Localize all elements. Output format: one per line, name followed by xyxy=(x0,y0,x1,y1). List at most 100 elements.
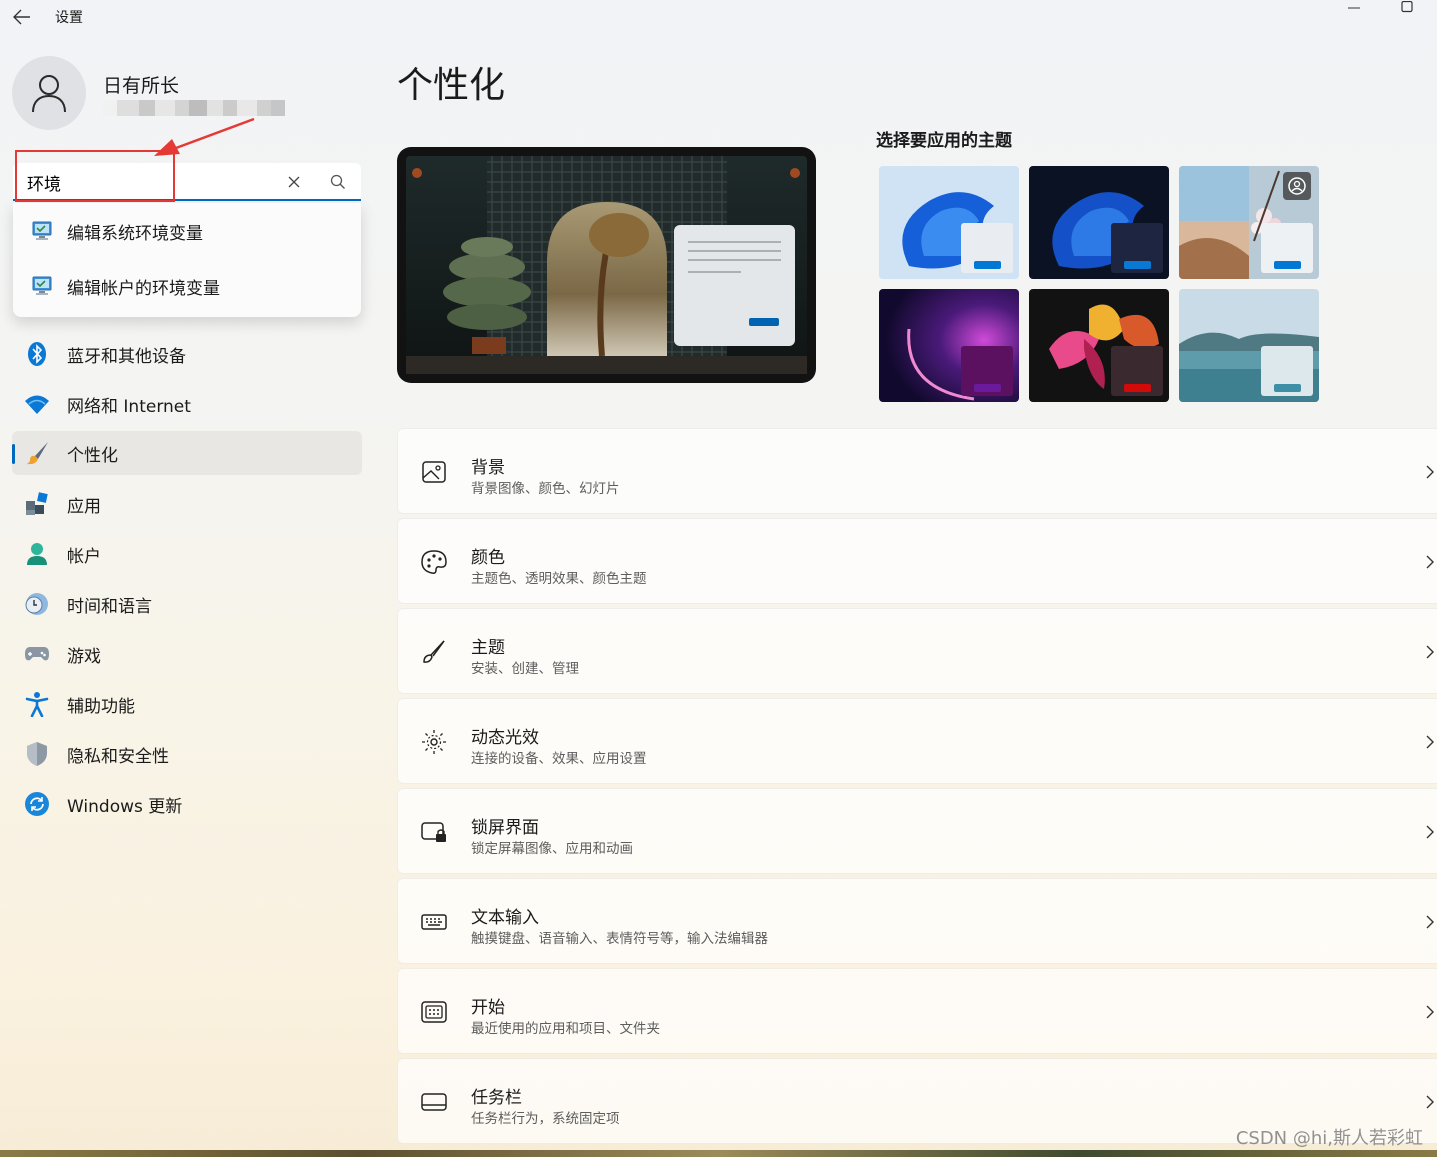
card-title: 主题 xyxy=(471,638,505,658)
chevron-right-icon xyxy=(1426,465,1434,479)
setting-card-themes[interactable]: 主题 安装、创建、管理 xyxy=(397,608,1437,694)
setting-card-background[interactable]: 背景 背景图像、颜色、幻灯片 xyxy=(397,428,1437,514)
annotation-arrow-icon xyxy=(154,117,255,156)
theme-accent-bar xyxy=(1274,384,1301,392)
card-subtitle: 主题色、透明效果、颜色主题 xyxy=(471,571,647,587)
back-button[interactable] xyxy=(8,4,36,30)
card-subtitle: 安装、创建、管理 xyxy=(471,661,579,677)
nav-item-bluetooth[interactable]: 蓝牙和其他设备 xyxy=(12,332,362,376)
user-name: 日有所长 xyxy=(103,75,180,97)
theme-accent-bar xyxy=(1124,261,1151,269)
suggestion-edit-account-env[interactable]: 编辑帐户的环境变量 xyxy=(13,260,361,312)
setting-card-lock-screen[interactable]: 锁屏界面 锁定屏幕图像、应用和动画 xyxy=(397,788,1437,874)
nav-label: 游戏 xyxy=(67,646,101,667)
brush-icon xyxy=(24,440,50,466)
theme-accent-bar xyxy=(1124,384,1151,392)
nav-item-apps[interactable]: 应用 xyxy=(12,482,362,526)
nav-item-time-language[interactable]: 时间和语言 xyxy=(12,582,362,626)
theme-glow[interactable] xyxy=(1179,166,1319,279)
account-icon xyxy=(24,541,50,567)
setting-card-start[interactable]: 开始 最近使用的应用和项目、文件夹 xyxy=(397,968,1437,1054)
setting-card-dynamic-lighting[interactable]: 动态光效 连接的设备、效果、应用设置 xyxy=(397,698,1437,784)
person-icon xyxy=(32,75,66,113)
app-title: 设置 xyxy=(55,10,83,26)
user-email-blurred xyxy=(103,100,285,116)
nav-label: 时间和语言 xyxy=(67,596,152,617)
time-language-icon xyxy=(24,591,50,617)
card-subtitle: 背景图像、颜色、幻灯片 xyxy=(471,481,620,497)
card-title: 任务栏 xyxy=(471,1088,522,1108)
search-suggestions: 编辑系统环境变量 编辑帐户的环境变量 xyxy=(13,203,361,317)
clear-icon[interactable] xyxy=(285,173,303,191)
chevron-right-icon xyxy=(1426,735,1434,749)
minimize-icon xyxy=(1348,7,1360,9)
maximize-icon xyxy=(1401,0,1413,13)
nav-item-windows-update[interactable]: Windows 更新 xyxy=(12,782,362,826)
card-subtitle: 锁定屏幕图像、应用和动画 xyxy=(471,841,633,857)
update-icon xyxy=(24,791,50,817)
nav-item-gaming[interactable]: 游戏 xyxy=(12,632,362,676)
theme-windows-dark[interactable] xyxy=(1029,166,1169,279)
theme-accent-bar xyxy=(974,261,1001,269)
suggestion-label: 编辑帐户的环境变量 xyxy=(67,278,220,299)
theme-preview xyxy=(397,147,816,383)
minimize-button[interactable] xyxy=(1340,0,1370,12)
search-icon[interactable] xyxy=(329,173,347,191)
card-title: 背景 xyxy=(471,458,505,478)
theme-captured-motion[interactable] xyxy=(879,289,1019,402)
theme-flow[interactable] xyxy=(1029,289,1169,402)
preview-wallpaper-image xyxy=(406,156,807,374)
shield-icon xyxy=(24,741,50,767)
card-title: 锁屏界面 xyxy=(471,818,539,838)
theme-accent-bar xyxy=(974,384,1001,392)
nav-label: Windows 更新 xyxy=(67,796,183,817)
brush-icon xyxy=(423,640,445,663)
setting-card-colors[interactable]: 颜色 主题色、透明效果、颜色主题 xyxy=(397,518,1437,604)
nav-label: 辅助功能 xyxy=(67,696,135,717)
user-theme-icon xyxy=(1288,177,1306,195)
page-title: 个性化 xyxy=(397,65,506,106)
card-title: 动态光效 xyxy=(471,728,539,748)
nav-item-personalization[interactable]: 个性化 xyxy=(12,431,362,475)
back-arrow-icon xyxy=(13,9,30,25)
lock-screen-icon xyxy=(421,822,446,842)
nav-label: 帐户 xyxy=(67,546,101,567)
card-subtitle: 触摸键盘、语音输入、表情符号等，输入法编辑器 xyxy=(471,931,768,947)
card-subtitle: 最近使用的应用和项目、文件夹 xyxy=(471,1021,660,1037)
lighting-icon xyxy=(422,730,446,754)
card-subtitle: 连接的设备、效果、应用设置 xyxy=(471,751,647,767)
desktop-background-strip xyxy=(0,1150,1437,1157)
themes-title: 选择要应用的主题 xyxy=(876,131,1012,151)
chevron-right-icon xyxy=(1426,1095,1434,1109)
nav-label: 蓝牙和其他设备 xyxy=(67,346,186,367)
nav-item-accounts[interactable]: 帐户 xyxy=(12,532,362,576)
theme-windows-light[interactable] xyxy=(879,166,1019,279)
nav-item-accessibility[interactable]: 辅助功能 xyxy=(12,682,362,726)
bluetooth-icon xyxy=(24,341,50,367)
theme-accent-bar xyxy=(1274,261,1301,269)
suggestion-edit-system-env[interactable]: 编辑系统环境变量 xyxy=(13,205,361,257)
suggestion-label: 编辑系统环境变量 xyxy=(67,223,203,244)
card-title: 颜色 xyxy=(471,548,505,568)
nav-label: 应用 xyxy=(67,496,101,517)
active-nav-indicator xyxy=(12,444,15,464)
nav-item-network[interactable]: 网络和 Internet xyxy=(12,382,362,426)
system-properties-icon xyxy=(32,276,52,295)
chevron-right-icon xyxy=(1426,915,1434,929)
keyboard-icon xyxy=(421,914,447,930)
maximize-button[interactable] xyxy=(1396,0,1420,14)
chevron-right-icon xyxy=(1426,645,1434,659)
gamepad-icon xyxy=(24,641,50,667)
nav-label: 网络和 Internet xyxy=(67,396,191,417)
card-subtitle: 任务栏行为，系统固定项 xyxy=(471,1111,620,1127)
palette-icon xyxy=(421,550,447,574)
card-title: 文本输入 xyxy=(471,908,539,928)
avatar[interactable] xyxy=(12,56,86,130)
card-title: 开始 xyxy=(471,998,505,1018)
setting-card-text-input[interactable]: 文本输入 触摸键盘、语音输入、表情符号等，输入法编辑器 xyxy=(397,878,1437,964)
watermark: CSDN @hi,斯人若彩虹 xyxy=(1235,1128,1423,1149)
start-icon xyxy=(421,1001,447,1023)
chevron-right-icon xyxy=(1426,555,1434,569)
nav-item-privacy[interactable]: 隐私和安全性 xyxy=(12,732,362,776)
theme-sunrise[interactable] xyxy=(1179,289,1319,402)
